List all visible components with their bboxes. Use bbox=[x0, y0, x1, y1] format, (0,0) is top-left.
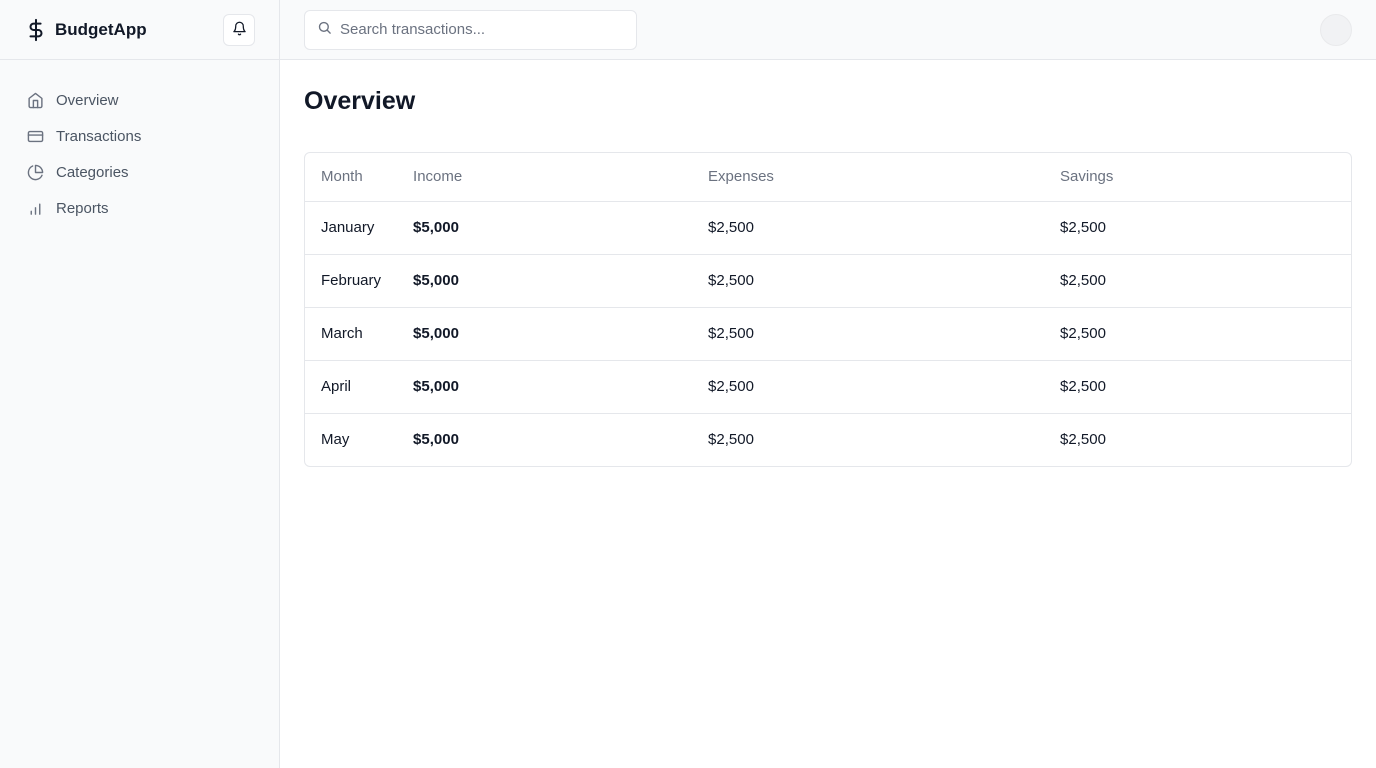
topbar bbox=[280, 0, 1376, 60]
content: Overview Month Income Expenses Savings J… bbox=[280, 60, 1376, 491]
table-header-row: Month Income Expenses Savings bbox=[305, 153, 1351, 202]
credit-card-icon bbox=[26, 127, 44, 145]
page-title: Overview bbox=[304, 87, 416, 115]
search-box[interactable] bbox=[304, 9, 637, 50]
sidebar-nav: Overview Transactions Categories Reports bbox=[0, 60, 279, 226]
cell-savings: $2,500 bbox=[1044, 254, 1351, 308]
brand[interactable]: BudgetApp bbox=[25, 18, 147, 42]
search-icon bbox=[317, 20, 332, 40]
table-row: February $5,000 $2,500 $2,500 bbox=[305, 254, 1351, 308]
table-row: May $5,000 $2,500 $2,500 bbox=[305, 413, 1351, 466]
cell-savings: $2,500 bbox=[1044, 307, 1351, 361]
notifications-button[interactable] bbox=[223, 13, 255, 46]
bell-icon bbox=[232, 21, 247, 39]
cell-month: April bbox=[305, 360, 398, 414]
brand-name: BudgetApp bbox=[55, 19, 147, 39]
table-row: April $5,000 $2,500 $2,500 bbox=[305, 360, 1351, 414]
header-month: Month bbox=[305, 153, 398, 202]
sidebar: BudgetApp Overview Transactions Categori… bbox=[0, 0, 280, 768]
pie-chart-icon bbox=[26, 163, 44, 181]
sidebar-header: BudgetApp bbox=[0, 0, 279, 60]
cell-expenses: $2,500 bbox=[708, 431, 754, 449]
cell-expenses: $2,500 bbox=[692, 254, 1045, 308]
sidebar-item-overview[interactable]: Overview bbox=[26, 82, 279, 118]
header-savings: Savings bbox=[1044, 153, 1351, 202]
sidebar-item-label: Reports bbox=[56, 199, 109, 217]
cell-month: February bbox=[305, 254, 398, 308]
cell-expenses: $2,500 bbox=[692, 307, 1045, 361]
sidebar-item-reports[interactable]: Reports bbox=[26, 190, 279, 226]
sidebar-item-transactions[interactable]: Transactions bbox=[26, 118, 279, 154]
app-root: BudgetApp Overview Transactions Categori… bbox=[0, 0, 1376, 768]
cell-savings: $2,500 bbox=[1044, 360, 1351, 414]
dollar-sign-icon bbox=[25, 18, 47, 42]
bar-chart-icon bbox=[26, 199, 44, 217]
avatar[interactable] bbox=[1320, 13, 1352, 46]
cell-expenses: $2,500 bbox=[692, 201, 1045, 255]
table-row: March $5,000 $2,500 $2,500 bbox=[305, 307, 1351, 361]
cell-income: $5,000 bbox=[397, 254, 693, 308]
table-row: January $5,000 $2,500 $2,500 bbox=[305, 201, 1351, 255]
search-input[interactable] bbox=[340, 21, 620, 38]
sidebar-item-label: Transactions bbox=[56, 127, 142, 145]
cell-income: $5,000 bbox=[413, 431, 459, 449]
cell-month: May bbox=[321, 431, 350, 449]
cell-income: $5,000 bbox=[397, 360, 693, 414]
header-income: Income bbox=[397, 153, 693, 202]
sidebar-item-categories[interactable]: Categories bbox=[26, 154, 279, 190]
cell-month: March bbox=[305, 307, 398, 361]
cell-income: $5,000 bbox=[397, 201, 693, 255]
cell-expenses: $2,500 bbox=[692, 360, 1045, 414]
sidebar-item-label: Overview bbox=[56, 91, 119, 109]
cell-income: $5,000 bbox=[397, 307, 693, 361]
sidebar-item-label: Categories bbox=[56, 163, 129, 181]
cell-savings: $2,500 bbox=[1060, 431, 1106, 449]
cell-month: January bbox=[305, 201, 398, 255]
header-expenses: Expenses bbox=[692, 153, 1045, 202]
table: Month Income Expenses Savings January $5… bbox=[305, 153, 1351, 466]
overview-table: Month Income Expenses Savings January $5… bbox=[304, 152, 1352, 467]
home-icon bbox=[26, 91, 44, 109]
cell-savings: $2,500 bbox=[1044, 201, 1351, 255]
main-area: Overview Month Income Expenses Savings J… bbox=[280, 0, 1376, 768]
